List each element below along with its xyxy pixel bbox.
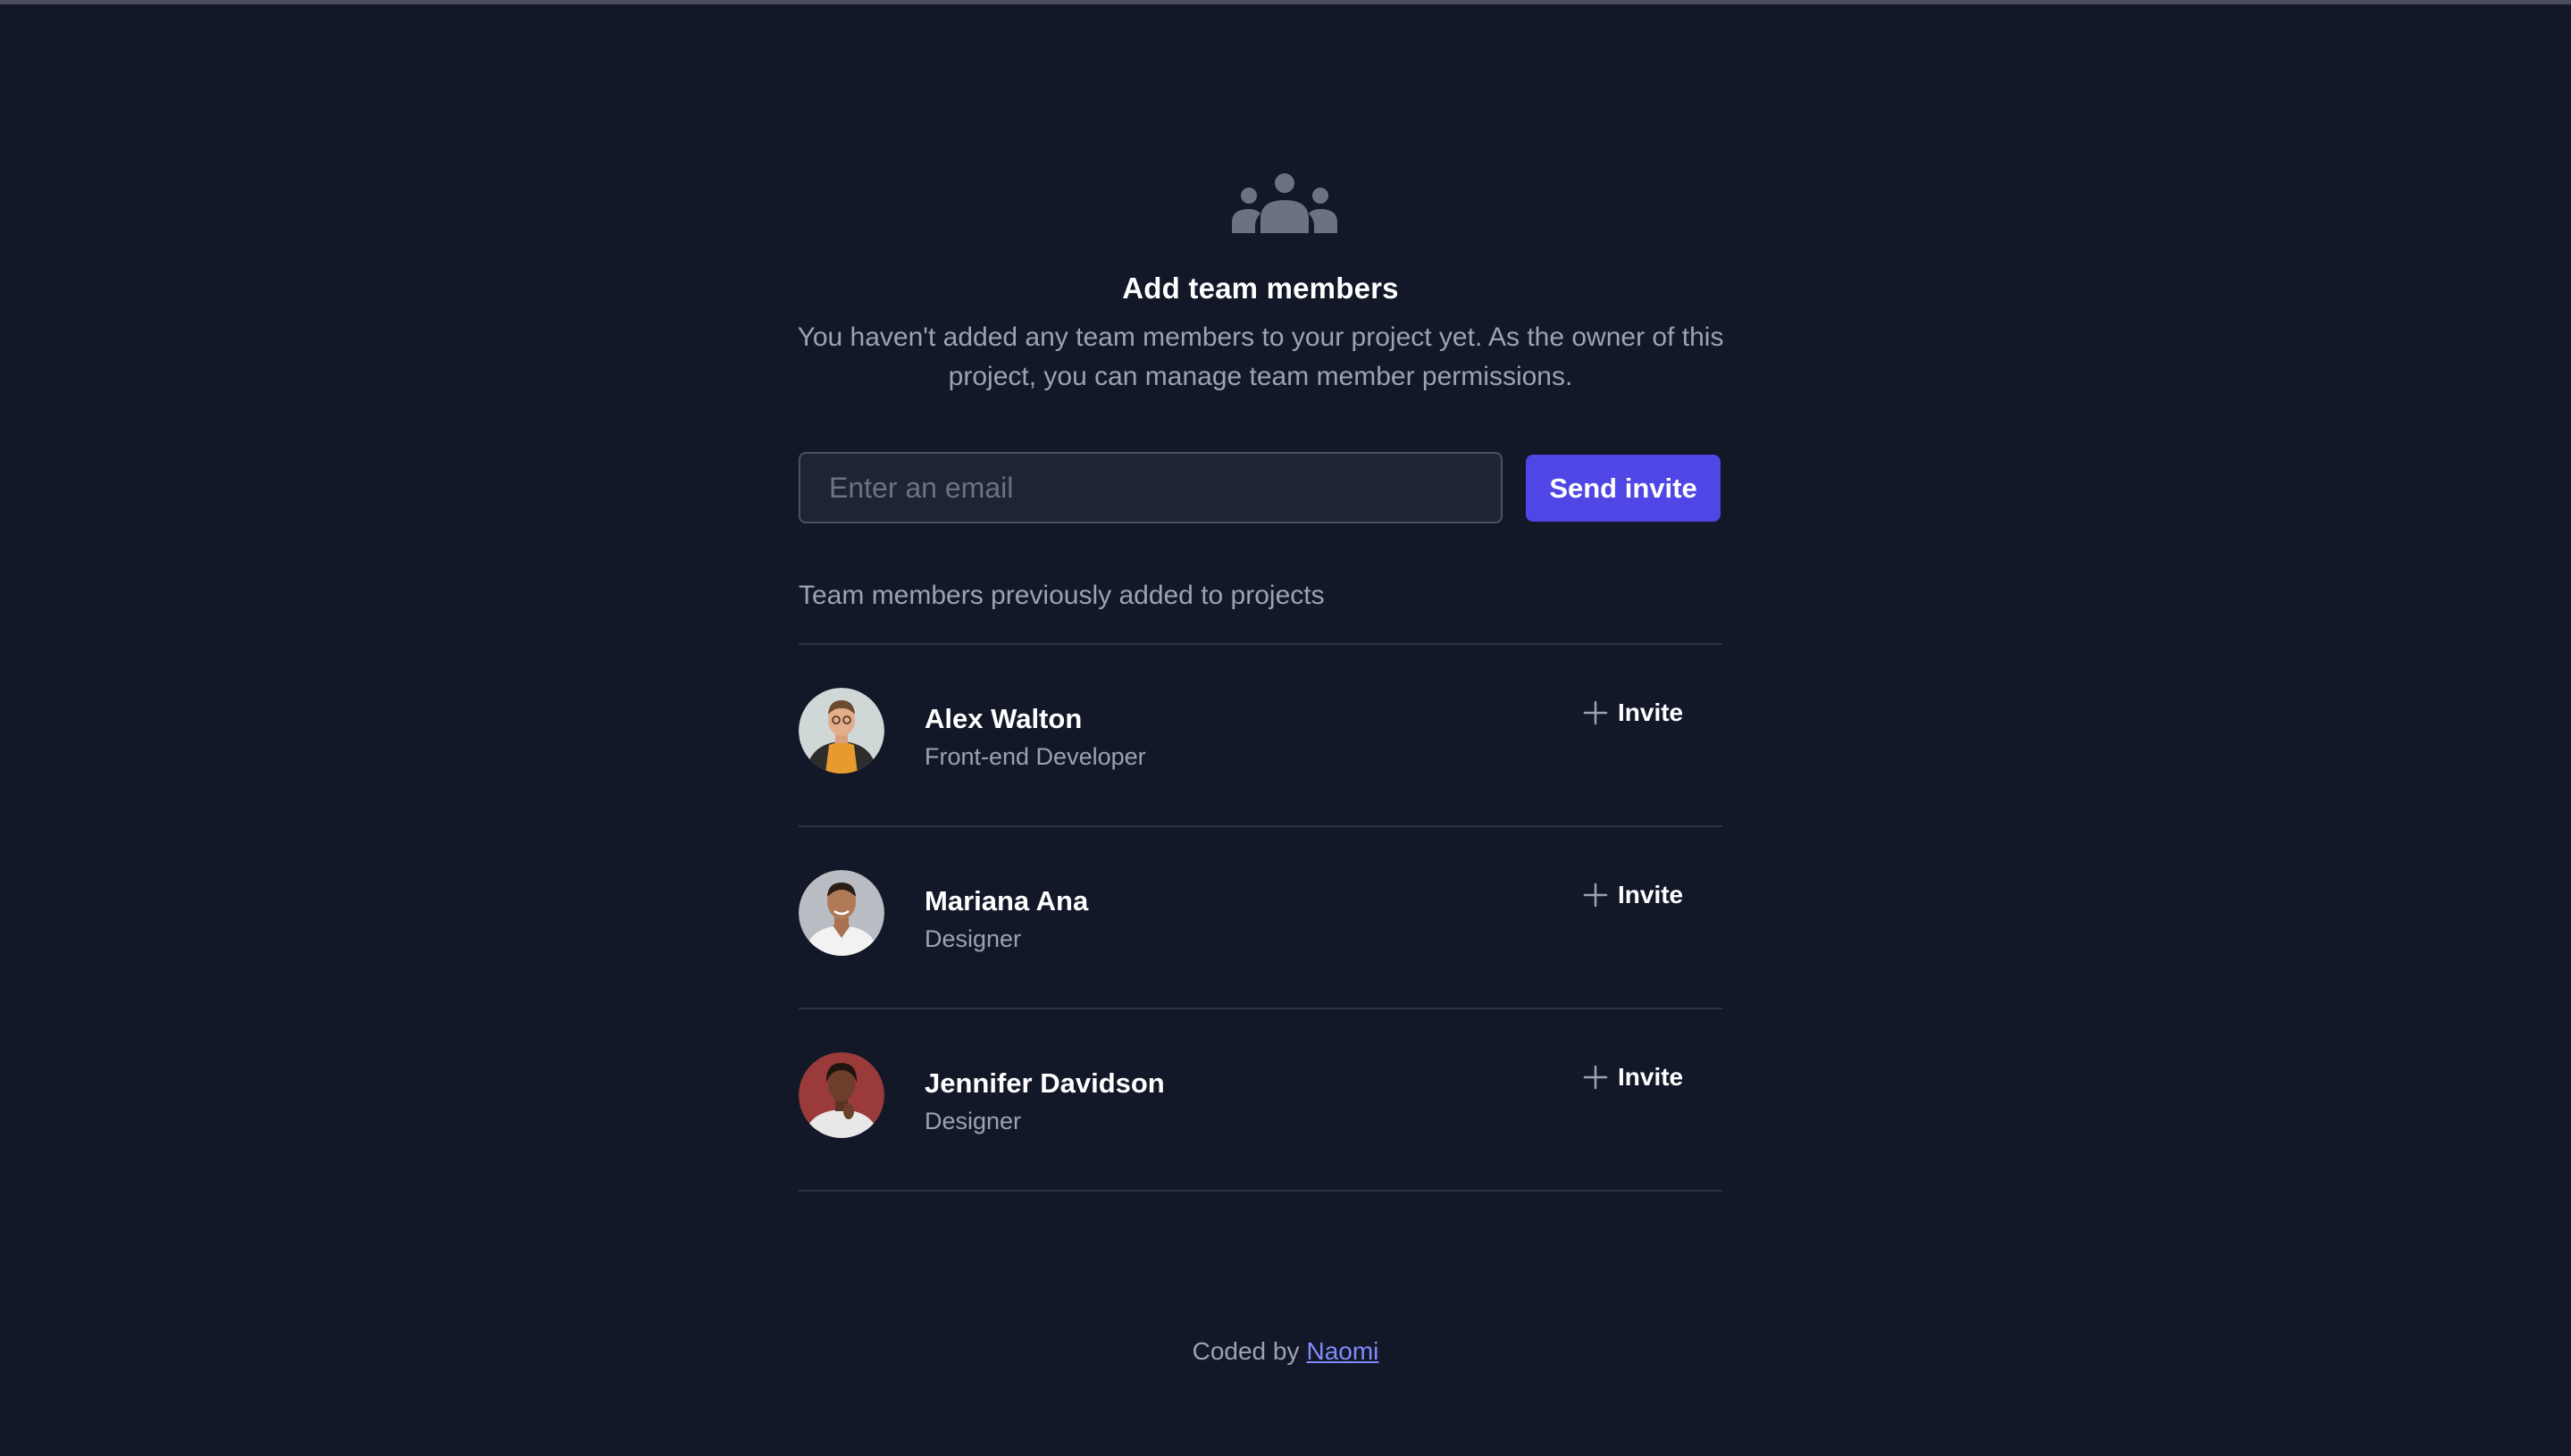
page-description: You haven't added any team members to yo… — [797, 322, 1724, 391]
member-name: Mariana Ana — [925, 885, 1089, 916]
member-name: Jennifer Davidson — [925, 1067, 1165, 1099]
author-link[interactable]: Naomi — [1306, 1337, 1378, 1365]
invite-label: Invite — [1618, 1063, 1684, 1091]
invite-label: Invite — [1618, 881, 1684, 908]
member-row-jennifer-davidson: Jennifer Davidson Designer Invite — [799, 1009, 1722, 1190]
plus-icon — [1583, 883, 1608, 908]
send-invite-button[interactable]: Send invite — [1526, 455, 1721, 522]
footer: Coded by Naomi — [0, 1337, 2571, 1366]
member-role: Designer — [925, 925, 1022, 952]
invite-label: Invite — [1618, 699, 1684, 726]
avatar — [799, 688, 884, 774]
email-input[interactable] — [799, 452, 1503, 523]
avatar — [799, 870, 884, 956]
members-list-heading: Team members previously added to project… — [799, 581, 1325, 610]
member-row-mariana-ana: Mariana Ana Designer Invite — [799, 827, 1722, 1008]
member-row-alex-walton: Alex Walton Front-end Developer Invite — [799, 645, 1722, 825]
window-top-border — [0, 0, 2571, 4]
plus-icon — [1583, 1065, 1608, 1090]
member-role: Front-end Developer — [925, 743, 1146, 770]
plus-icon — [1583, 700, 1608, 725]
list-divider — [799, 1190, 1722, 1192]
footer-credit-text: Coded by — [1192, 1337, 1300, 1365]
invite-button[interactable]: Invite — [1582, 695, 1683, 731]
avatar — [799, 1052, 884, 1138]
invite-button[interactable]: Invite — [1582, 877, 1683, 913]
invite-button[interactable]: Invite — [1582, 1059, 1683, 1095]
member-role: Designer — [925, 1108, 1022, 1134]
page-title: Add team members — [1122, 272, 1399, 305]
member-name: Alex Walton — [925, 703, 1083, 734]
user-group-icon — [1232, 173, 1337, 233]
